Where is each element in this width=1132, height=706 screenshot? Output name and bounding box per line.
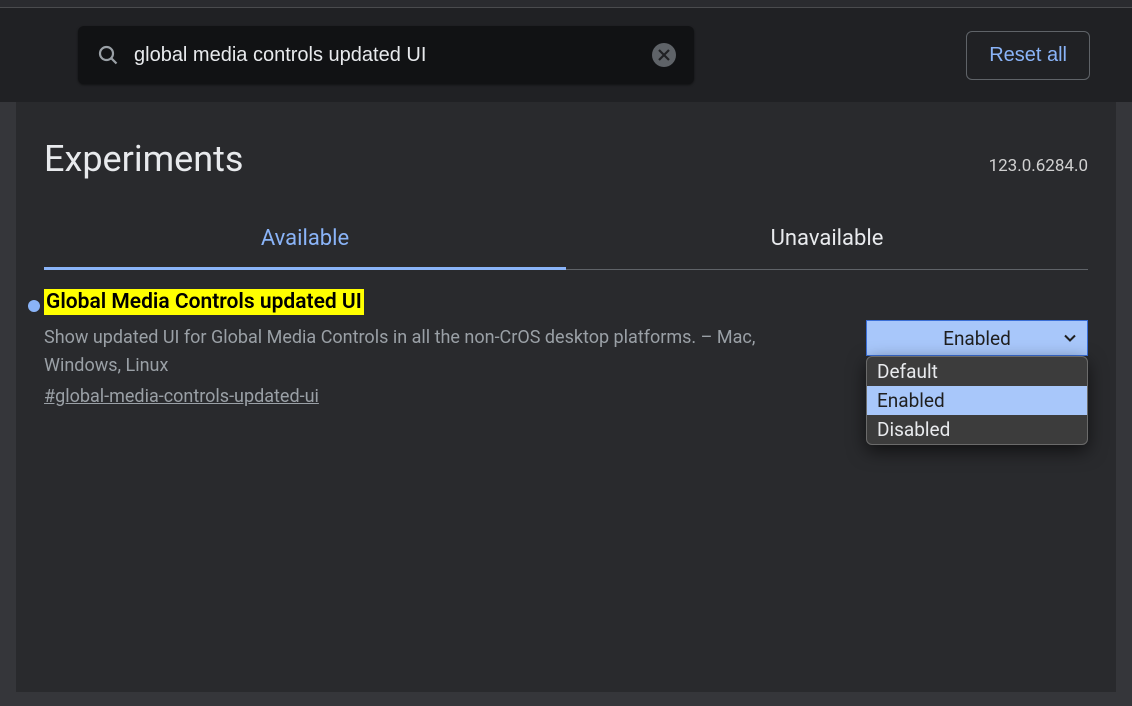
version-label: 123.0.6284.0 [989,156,1088,176]
window-top-strip [0,0,1132,8]
flag-hash-link[interactable]: #global-media-controls-updated-ui [44,386,319,407]
reset-all-button[interactable]: Reset all [966,31,1090,80]
option-disabled[interactable]: Disabled [867,415,1087,444]
option-enabled[interactable]: Enabled [867,386,1087,415]
flag-description: Show updated UI for Global Media Control… [44,324,824,380]
chevron-down-icon [1063,331,1077,345]
tab-available[interactable]: Available [44,208,566,270]
flag-control: Enabled Default Enabled Disabled [866,290,1088,407]
close-icon [658,49,670,61]
flag-select[interactable]: Enabled [866,320,1088,356]
flag-select-value: Enabled [943,327,1011,350]
flag-title: Global Media Controls updated UI [44,289,364,315]
flag-main: Global Media Controls updated UI Show up… [44,290,866,407]
tabs: Available Unavailable [44,208,1088,270]
experiments-panel: Experiments 123.0.6284.0 Available Unava… [16,102,1116,692]
panel-header: Experiments 123.0.6284.0 [44,130,1088,208]
flag-row: Global Media Controls updated UI Show up… [44,270,1088,407]
top-bar: Reset all [0,8,1132,102]
page-title: Experiments [44,138,243,180]
search-icon [96,43,120,67]
tab-unavailable[interactable]: Unavailable [566,208,1088,270]
modified-indicator-icon [28,300,40,312]
search-input[interactable] [134,44,638,67]
search-box[interactable] [78,26,694,84]
option-default[interactable]: Default [867,357,1087,386]
clear-search-button[interactable] [652,43,676,67]
flag-select-dropdown: Default Enabled Disabled [866,356,1088,445]
